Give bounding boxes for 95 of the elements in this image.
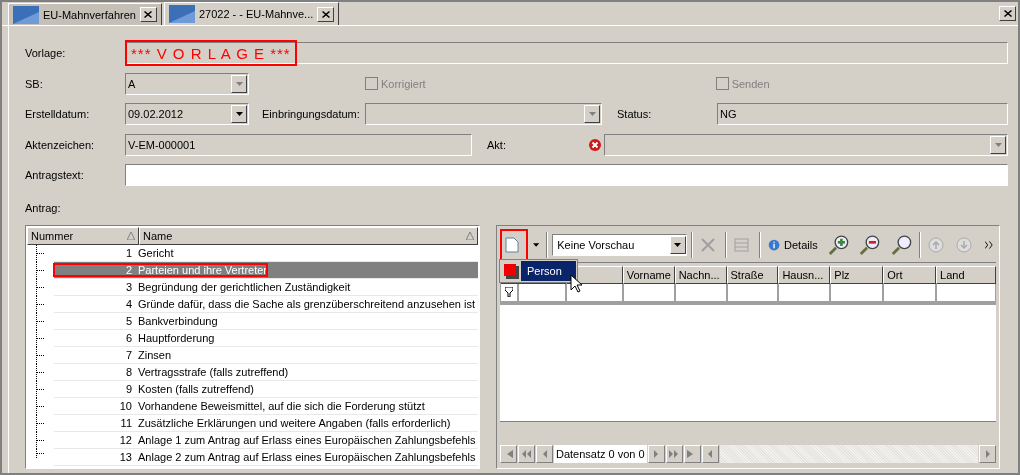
row-number: 9 — [124, 382, 133, 395]
tab[interactable]: EU-Mahnverfahren — [8, 3, 162, 25]
row-name: Anlage 1 zum Antrag auf Erlass eines Europäischen Zahlungsbefehls — [137, 433, 476, 446]
row-name: Zinsen — [137, 348, 172, 361]
row-name: Hauptforderung — [137, 331, 215, 344]
row-number: 3 — [124, 280, 133, 293]
chevron-icon — [985, 241, 994, 249]
arrow-down-icon — [956, 237, 973, 253]
row-name: Vorhandene Beweismittel, auf die sich die Forderung stützt — [137, 399, 425, 412]
row-name: Anlage 2 zum Antrag auf Erlass eines Europäischen Zahlungsbefehls — [137, 450, 476, 463]
row-name: Parteien und ihre Vertreter — [137, 263, 268, 276]
row-number: 7 — [124, 348, 133, 361]
tab[interactable]: 27022 - - EU-Mahnve... — [163, 2, 340, 25]
field-label: Erstelldatum: — [25, 108, 91, 121]
table-icon — [733, 237, 750, 253]
nav-button[interactable] — [500, 445, 517, 463]
close-button[interactable] — [999, 6, 1016, 21]
close-icon — [321, 10, 330, 18]
template-value: *** V O R L A G E *** — [125, 40, 297, 67]
row-name: Bankverbindung — [137, 314, 218, 327]
caret-icon — [588, 112, 596, 117]
previous-page-icon — [521, 450, 532, 458]
column-header[interactable]: Hausn... — [778, 265, 831, 284]
row-number: 8 — [124, 365, 133, 378]
tree-connector — [37, 452, 45, 454]
column-header[interactable]: Nachn... — [674, 265, 727, 284]
column-header[interactable]: Ort — [883, 265, 937, 284]
nav-button[interactable] — [647, 445, 665, 463]
nav-button[interactable] — [683, 445, 701, 463]
sort-icon — [127, 231, 135, 240]
zoom-in-icon — [827, 233, 850, 257]
column-header[interactable]: Vorname — [622, 265, 675, 284]
close-icon — [144, 11, 153, 18]
details-button[interactable]: Details — [764, 231, 821, 259]
row-number: 5 — [124, 314, 133, 327]
close-icon — [1003, 10, 1012, 17]
next-page-icon — [669, 450, 680, 458]
nav-button[interactable] — [665, 445, 683, 463]
caret-icon — [674, 243, 682, 247]
field-value: NG — [720, 108, 737, 121]
flag-icon — [13, 5, 39, 24]
row-name: Gericht — [137, 246, 174, 259]
record-counter: Datensatz 0 von 0 — [554, 445, 647, 463]
row-number: 4 — [124, 297, 133, 310]
row-number: 13 — [118, 450, 133, 463]
sort-icon — [466, 231, 474, 240]
cross-icon — [699, 237, 716, 253]
nav-button[interactable] — [701, 445, 719, 463]
nav-button[interactable] — [518, 445, 535, 463]
row-number: 1 — [124, 246, 133, 259]
caret-icon — [994, 142, 1002, 147]
row-name: Zusätzliche Erklärungen und weitere Angaben (falls erforderlich) — [137, 416, 451, 429]
field-value: V-EM-000001 — [128, 138, 196, 151]
field-label: Status: — [616, 108, 653, 121]
text-input[interactable] — [125, 164, 1008, 187]
section-label: Antrag: — [25, 201, 62, 214]
field-label: Einbringungsdatum: — [261, 108, 361, 121]
row-number: 12 — [118, 433, 133, 446]
menu-item[interactable]: Person — [521, 260, 576, 281]
caret-icon — [235, 81, 243, 86]
field-label: SB: — [25, 77, 44, 90]
row-number: 11 — [119, 416, 133, 429]
zoom-out-icon — [859, 233, 881, 257]
date-combo[interactable]: 09.02.2012 — [125, 103, 249, 126]
field-label: Aktenzeichen: — [25, 138, 96, 151]
close-button[interactable] — [317, 6, 335, 22]
document-icon — [505, 237, 519, 253]
column-header[interactable]: Land — [936, 265, 996, 284]
field-label: Vorlage: — [25, 47, 67, 60]
column-header[interactable]: Name — [139, 226, 478, 245]
close-button[interactable] — [139, 7, 157, 22]
row-name: Kosten (falls zutreffend) — [137, 382, 254, 395]
combo-value: 09.02.2012 — [128, 108, 184, 121]
field-label: Antragstext: — [25, 169, 85, 182]
row-number: 2 — [124, 263, 133, 276]
preview-select[interactable]: Keine Vorschau — [552, 234, 687, 256]
row-name: Vertragsstrafe (falls zutreffend) — [137, 365, 289, 378]
row-number: 6 — [124, 331, 133, 344]
caret-icon — [533, 243, 540, 247]
nav-button[interactable] — [536, 445, 553, 463]
column-header[interactable]: Straße — [726, 265, 779, 284]
column-header[interactable]: Nummer — [27, 226, 139, 245]
caret-icon — [235, 112, 243, 117]
row-number: 10 — [118, 399, 133, 412]
arrow-up-icon — [928, 237, 945, 253]
row-name: Gründe dafür, dass die Sache als grenzüberschreitend anzusehen ist — [137, 297, 475, 310]
column-header[interactable]: Plz — [830, 265, 884, 284]
field-label: Akt: — [486, 138, 507, 151]
filter-icon — [505, 287, 513, 297]
magnifier-icon — [890, 233, 913, 257]
row-name: Begründung der gerichtlichen Zuständigkeit — [137, 280, 351, 293]
flag-icon — [168, 5, 195, 23]
cursor-icon — [570, 273, 582, 293]
combo-value: A — [128, 77, 136, 90]
nav-button[interactable] — [979, 445, 996, 463]
